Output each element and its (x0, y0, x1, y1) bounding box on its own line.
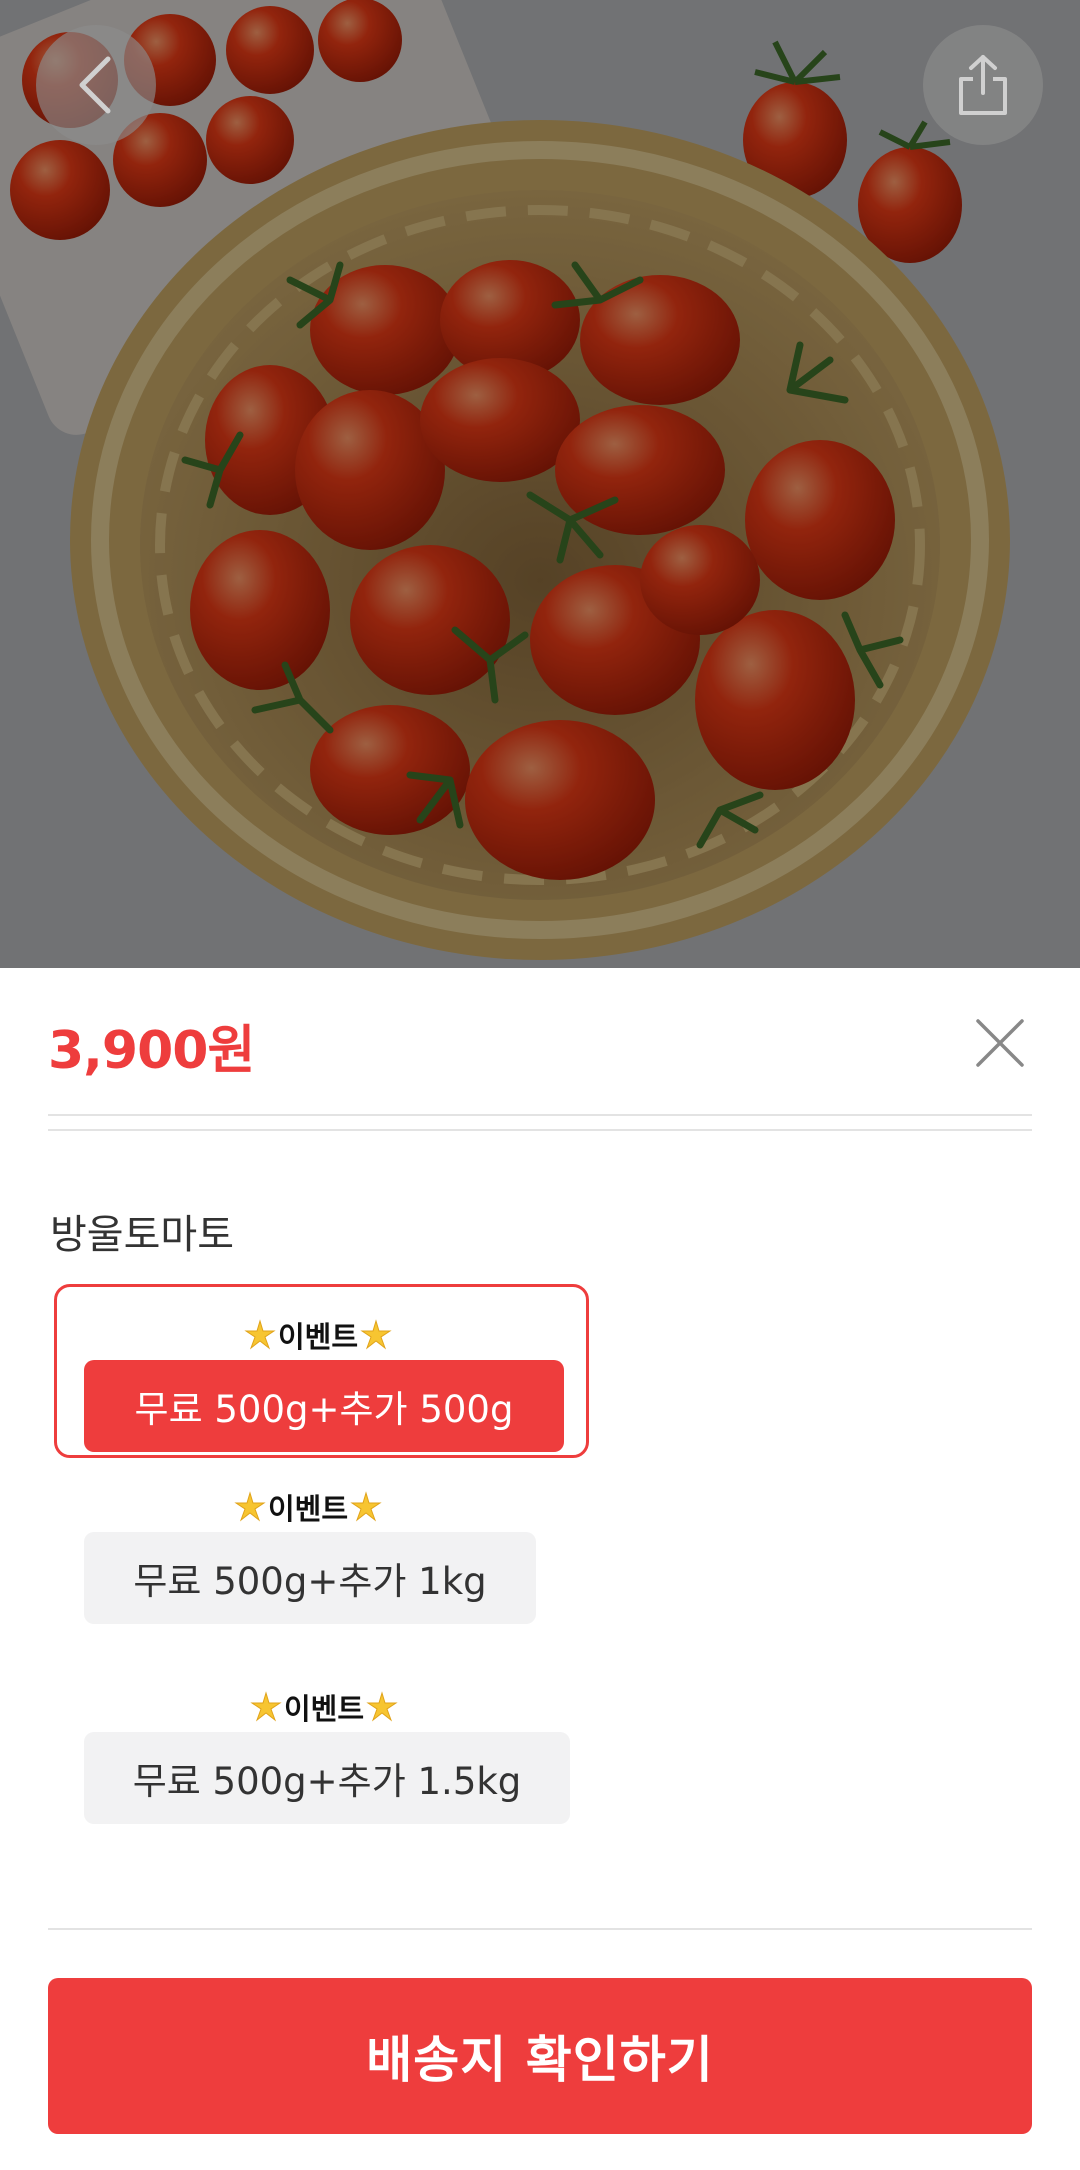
sparkle-star-icon (350, 1491, 382, 1522)
share-icon (959, 55, 1007, 115)
divider (48, 1928, 1032, 1930)
sparkle-star-icon (250, 1691, 282, 1722)
option-bottom-sheet: 3,900원 방울토마토 이벤트 무료 500g+추가 500g 이벤트 무료 … (0, 968, 1080, 2170)
chevron-left-icon (79, 56, 111, 114)
sparkle-star-icon (360, 1319, 392, 1350)
option-chip-selected[interactable]: 무료 500g+추가 500g (84, 1360, 564, 1452)
share-button[interactable] (923, 25, 1043, 145)
sparkle-star-icon (244, 1319, 276, 1350)
option-item-3[interactable]: 이벤트 무료 500g+추가 1.5kg (54, 1686, 594, 1846)
divider (48, 1114, 1032, 1116)
back-button[interactable] (36, 25, 156, 145)
sparkle-star-icon (366, 1691, 398, 1722)
product-photo (0, 0, 1080, 968)
photo-dim-overlay (0, 0, 1080, 968)
event-badge: 이벤트 (234, 1486, 382, 1528)
event-badge: 이벤트 (244, 1314, 392, 1356)
event-badge-label: 이벤트 (284, 1692, 365, 1726)
option-group-title: 방울토마토 (50, 1212, 234, 1258)
event-badge-label: 이벤트 (278, 1320, 359, 1354)
option-item-2[interactable]: 이벤트 무료 500g+추가 1kg (54, 1486, 554, 1646)
option-chip[interactable]: 무료 500g+추가 1.5kg (84, 1732, 570, 1824)
close-icon (976, 1019, 1024, 1067)
option-chip[interactable]: 무료 500g+추가 1kg (84, 1532, 536, 1624)
divider (48, 1129, 1032, 1131)
close-button[interactable] (970, 1013, 1030, 1073)
product-option-screen: 3,900원 방울토마토 이벤트 무료 500g+추가 500g 이벤트 무료 … (0, 0, 1080, 2170)
event-badge-label: 이벤트 (268, 1492, 349, 1526)
check-delivery-address-button[interactable]: 배송지 확인하기 (48, 1978, 1032, 2134)
event-badge: 이벤트 (250, 1686, 398, 1728)
sparkle-star-icon (234, 1491, 266, 1522)
option-item-1[interactable]: 이벤트 무료 500g+추가 500g (54, 1284, 589, 1458)
product-price: 3,900원 (48, 1021, 255, 1081)
